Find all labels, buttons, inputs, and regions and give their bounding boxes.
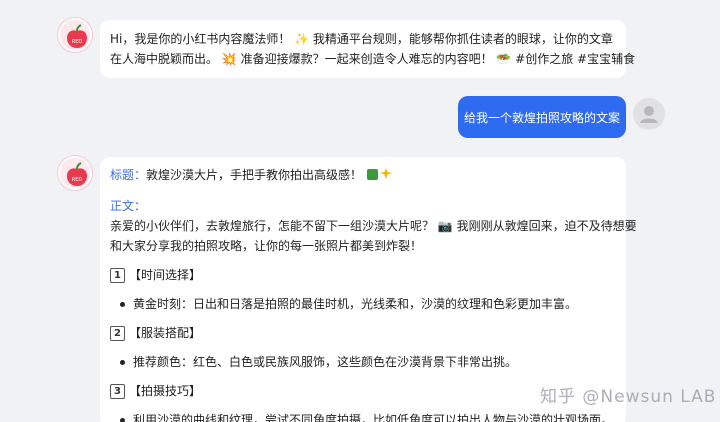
keycap-number: 1 xyxy=(110,267,125,283)
list-item-text: 推荐颜色：红色、白色或民族风服饰，这些颜色在沙漠背景下非常出挑。 xyxy=(133,355,518,369)
list-item: 推荐颜色：红色、白色或民族风服饰，这些颜色在沙漠背景下非常出挑。 xyxy=(110,352,616,372)
intro-message-bubble: Hi，我是你的小红书内容魔法师！ ✨ 我精通平台规则，能够帮你抓住读者的眼球，让… xyxy=(100,20,636,78)
intro-line-1: Hi，我是你的小红书内容魔法师！ ✨ 我精通平台规则，能够帮你抓住读者的眼球，让… xyxy=(110,32,613,46)
keycap-number: 3 xyxy=(110,383,125,399)
user-avatar xyxy=(633,98,665,130)
title-text: 敦煌沙漠大片，手把手教你拍出高级感！ xyxy=(146,168,363,182)
list-item: 黄金时刻：日出和日落是拍照的最佳时机，光线柔和，沙漠的纹理和色彩更加丰富。 xyxy=(110,294,616,314)
section-heading: 2 【服装搭配】 xyxy=(110,323,616,343)
user-icon xyxy=(640,106,658,123)
avatar-badge: RED xyxy=(72,177,83,183)
user-message-text: 给我一个敦煌拍照攻略的文案 xyxy=(463,110,620,125)
assistant-avatar: RED xyxy=(58,18,92,52)
keycap-number: 2 xyxy=(110,325,125,341)
list-item: 利用沙漠的曲线和纹理，尝试不同角度拍摄，比如低角度可以拍出人物与沙漠的壮观场面。 xyxy=(110,410,616,422)
body-line-2: 和大家分享我的拍照攻略，让你的每一张照片都美到炸裂！ xyxy=(110,239,423,253)
bullet-dot xyxy=(120,359,125,365)
body-line-1: 亲爱的小伙伴们，去敦煌旅行，怎能不留下一组沙漠大片呢？ 📷 我刚刚从敦煌回来，迫… xyxy=(110,219,637,233)
list-item-text: 利用沙漠的曲线和纹理，尝试不同角度拍摄，比如低角度可以拍出人物与沙漠的壮观场面。 xyxy=(133,413,614,422)
body-label: 正文： xyxy=(110,199,147,213)
reply-title-row: 标题：敦煌沙漠大片，手把手教你拍出高级感！ xyxy=(110,165,616,187)
bullet-dot xyxy=(120,301,125,307)
watermark: 知乎 @Newsun LAB xyxy=(540,387,717,407)
assistant-avatar: RED xyxy=(58,156,92,190)
section-heading: 1 【时间选择】 xyxy=(110,265,616,285)
list-item-text: 黄金时刻：日出和日落是拍照的最佳时机，光线柔和，沙漠的纹理和色彩更加丰富。 xyxy=(133,297,578,311)
sparkles-icon xyxy=(366,167,394,187)
section-title: 【拍摄技巧】 xyxy=(129,384,202,398)
bullet-dot xyxy=(120,417,125,422)
user-message-bubble: 给我一个敦煌拍照攻略的文案 xyxy=(458,96,626,138)
apple-logo-icon: RED xyxy=(67,24,87,48)
avatar-badge: RED xyxy=(72,39,83,45)
title-label: 标题： xyxy=(110,168,147,182)
section-title: 【时间选择】 xyxy=(129,268,202,282)
section-title: 【服装搭配】 xyxy=(129,326,202,340)
apple-logo-icon: RED xyxy=(67,162,87,186)
intro-line-2: 在人海中脱颖而出。 💥 准备迎接爆款？一起来创造令人难忘的内容吧！ 🥗 #创作之… xyxy=(110,52,636,66)
